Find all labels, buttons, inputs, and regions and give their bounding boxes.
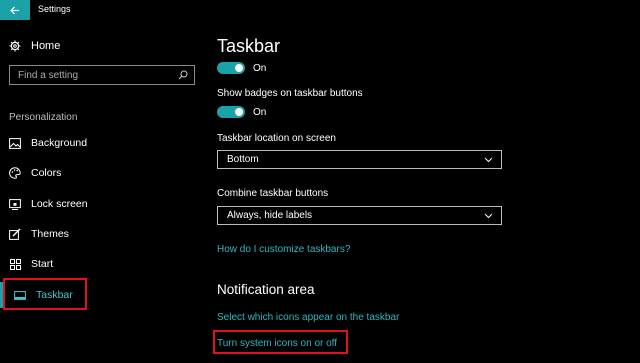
chevron-down-icon — [484, 213, 493, 218]
sidebar-item-background[interactable]: Background — [9, 134, 87, 152]
notification-area-heading: Notification area — [217, 282, 315, 297]
sidebar-item-lock-screen[interactable]: Lock screen — [9, 195, 88, 213]
back-button[interactable] — [0, 0, 30, 20]
taskbar-lock-toggle-row: On — [217, 62, 266, 74]
search-icon[interactable] — [178, 70, 188, 80]
badges-toggle-row: On — [217, 106, 266, 118]
sidebar-item-label: Background — [31, 137, 88, 149]
back-arrow-icon — [10, 6, 19, 14]
sidebar-home-label: Home — [31, 40, 61, 52]
page-title: Taskbar — [217, 36, 281, 56]
highlight-box-system-icons — [213, 330, 348, 354]
gear-icon — [9, 40, 21, 52]
toggle-state-label: On — [253, 106, 267, 118]
location-label: Taskbar location on screen — [217, 133, 336, 144]
sidebar-item-home[interactable]: Home — [9, 40, 60, 52]
sidebar-item-label: Start — [31, 258, 54, 270]
start-grid-icon — [9, 258, 21, 270]
chevron-down-icon — [484, 157, 493, 162]
sidebar-item-label: Colors — [31, 167, 62, 179]
main-content: Taskbar On Show badges on taskbar button… — [213, 20, 637, 363]
toggle-state-label: On — [253, 62, 267, 74]
lock-screen-icon — [9, 198, 21, 210]
combine-label: Combine taskbar buttons — [217, 188, 329, 199]
combine-dropdown[interactable]: Always, hide labels — [217, 206, 502, 225]
palette-icon — [9, 167, 21, 179]
themes-brush-icon — [9, 228, 21, 240]
sidebar-item-label: Themes — [31, 228, 69, 240]
select-icons-link[interactable]: Select which icons appear on the taskbar — [217, 312, 399, 323]
sidebar-item-colors[interactable]: Colors — [9, 164, 61, 182]
help-link[interactable]: How do I customize taskbars? — [217, 244, 350, 255]
window-title: Settings — [38, 4, 71, 14]
location-dropdown[interactable]: Bottom — [217, 150, 502, 169]
location-value: Bottom — [227, 154, 259, 165]
badges-label: Show badges on taskbar buttons — [217, 88, 363, 99]
combine-value: Always, hide labels — [227, 210, 313, 221]
badges-toggle[interactable] — [217, 106, 245, 118]
search-box[interactable] — [9, 65, 195, 85]
sidebar-item-start[interactable]: Start — [9, 255, 53, 273]
section-label: Personalization — [9, 112, 78, 123]
search-input[interactable] — [18, 69, 168, 81]
sidebar-item-label: Lock screen — [31, 198, 88, 210]
title-bar: Settings — [0, 0, 640, 20]
image-icon — [9, 137, 21, 149]
sidebar: Home Personalization Background Colors L… — [0, 20, 203, 363]
highlight-box-taskbar — [3, 278, 87, 310]
taskbar-lock-toggle[interactable] — [217, 62, 245, 74]
sidebar-item-themes[interactable]: Themes — [9, 225, 69, 243]
